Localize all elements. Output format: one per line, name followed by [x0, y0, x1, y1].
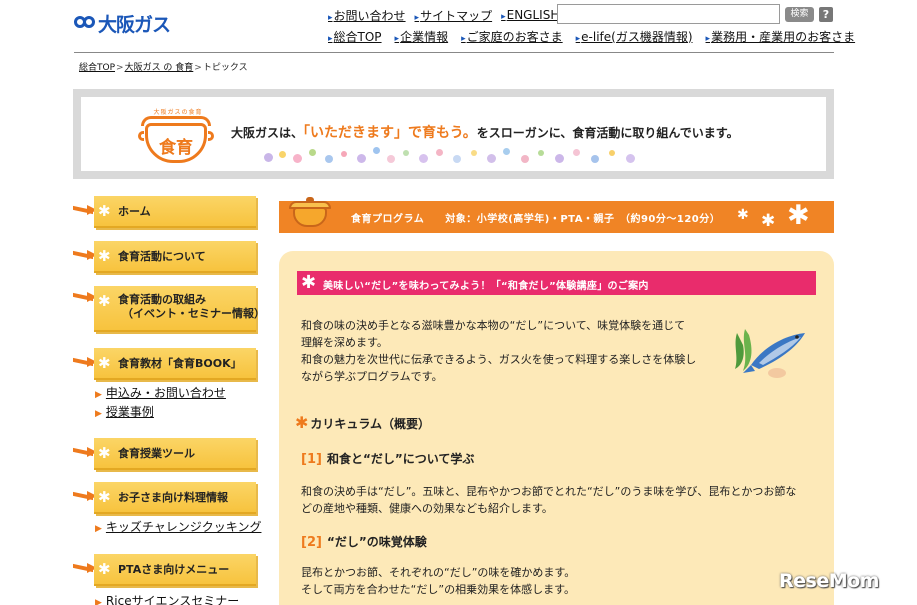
asterisk-icon: ✱ [787, 200, 810, 231]
curriculum-heading: ✱ カリキュラム（概要） [295, 413, 431, 432]
sitemap-link[interactable]: サイトマップ [415, 7, 492, 24]
asterisk-icon: ✱ [98, 488, 111, 506]
banner-slogan: 大阪ガスは、「いただきます」で育もう。をスローガンに、食育活動に取り組んでいます… [231, 125, 739, 141]
cooking-pot-icon [285, 195, 335, 231]
triangle-icon: ▶ [95, 390, 102, 400]
asterisk-icon: ✱ [98, 354, 111, 372]
english-link[interactable]: ENGLISH [501, 8, 560, 22]
asterisk-icon: ✱ [98, 444, 111, 462]
program-target-text: 食育プログラム 対象：小学校(高学年)・PTA・親子 （約90分～120分） [351, 214, 721, 225]
asterisk-icon: ✱ [98, 560, 111, 578]
article-title-bar: ✱ 美味しい“だし”を味わってみよう！「“和食だし”体験講座」のご案内 [297, 271, 816, 295]
sublink-book-examples[interactable]: ▶ 授業事例 [95, 403, 154, 420]
sublink-kids-cooking[interactable]: ▶ キッズチャレンジクッキング [95, 518, 261, 535]
nav-business-link[interactable]: 業務用・産業用のお客さま [706, 28, 855, 45]
nav-household-link[interactable]: ご家庭のお客さま [461, 28, 563, 45]
fish-illustration-icon [735, 329, 805, 378]
asterisk-icon: ✱ [295, 413, 309, 432]
section-heading: [2] “だし”の味覚体験 [301, 535, 427, 550]
pot-arc-text: 大阪ガスの食育 [153, 109, 203, 116]
utility-links: お問い合わせ サイトマップ ENGLISH [328, 6, 568, 24]
asterisk-icon: ✱ [98, 202, 111, 220]
asterisk-icon: ✱ [761, 211, 776, 231]
sublink-book-apply[interactable]: ▶ 申込み・お問い合わせ [95, 384, 226, 401]
asterisk-icon: ✱ [737, 207, 749, 223]
asterisk-icon: ✱ [301, 272, 317, 293]
search-input[interactable] [557, 4, 780, 24]
nav-company-link[interactable]: 企業情報 [395, 28, 448, 45]
triangle-icon: ▶ [95, 409, 102, 419]
breadcrumb-top-link[interactable]: 総合TOP [79, 63, 115, 73]
sidebar-item-book[interactable]: ✱ 食育教材「食育BOOK」 [94, 348, 256, 380]
sidebar-item-tools[interactable]: ✱ 食育授業ツール [94, 438, 256, 470]
contact-link[interactable]: お問い合わせ [328, 7, 406, 24]
article-title: 美味しい“だし”を味わってみよう！「“和食だし”体験講座」のご案内 [323, 281, 649, 292]
slogan-highlight: 「いただきます」で育もう。 [303, 125, 477, 141]
program-header-bar: 食育プログラム 対象：小学校(高学年)・PTA・親子 （約90分～120分） ✱… [279, 197, 834, 233]
sidebar-item-pta[interactable]: ✱ PTAさま向けメニュー [94, 554, 256, 586]
nav-elife-link[interactable]: e-life(ガス機器情報) [576, 28, 692, 45]
breadcrumb: 総合TOP>大阪ガス の 食育>トピックス [79, 60, 248, 73]
global-nav: 総合TOP 企業情報 ご家庭のお客さま e-life(ガス機器情報) 業務用・産… [328, 27, 868, 45]
pot-label: 食育 [159, 138, 193, 158]
sublink-pta-rice[interactable]: ▶ Riceサイエンスセミナー [95, 592, 239, 605]
osaka-gas-logo[interactable]: 大阪ガス [74, 10, 171, 36]
asterisk-icon: ✱ [98, 247, 111, 265]
nav-top-link[interactable]: 総合TOP [328, 28, 382, 45]
triangle-icon: ▶ [95, 524, 102, 534]
section-heading: [1] 和食と“だし”について学ぶ [301, 452, 475, 467]
section-body: 和食の決め手は“だし”。五味と、昆布やかつお節でとれた“だし”のうま味を学び、昆… [301, 485, 797, 515]
asterisk-icon: ✱ [98, 292, 111, 310]
logo-text: 大阪ガス [98, 13, 171, 36]
intro-text: 和食の味の決め手となる滋味豊かな本物の“だし”について、味覚体験を通じて 理解を… [301, 319, 697, 383]
banner-inner: 大阪ガスの食育 食育 大阪ガスは、「いただきます」で育もう。をスローガンに、食育… [81, 97, 826, 171]
section-body: 昆布とかつお節、それぞれの“だし”の味を確かめます。 そして両方を合わせた“だし… [301, 566, 576, 596]
logo-mark-icon [74, 12, 96, 34]
search-button[interactable]: 検索 [785, 7, 814, 22]
sidebar-item-activities[interactable]: ✱ 食育活動の取組み （イベント・セミナー情報） [94, 286, 265, 332]
triangle-icon: ▶ [95, 598, 102, 605]
sidebar-item-kids[interactable]: ✱ お子さま向け料理情報 [94, 482, 256, 514]
breadcrumb-shokuiku-link[interactable]: 大阪ガス の 食育 [125, 63, 194, 73]
breadcrumb-separator: > [194, 63, 202, 73]
content-panel: ✱ 美味しい“だし”を味わってみよう！「“和食だし”体験講座」のご案内 和食の味… [279, 251, 834, 605]
breadcrumb-current: トピックス [202, 63, 248, 73]
resemom-watermark: ReseMom [779, 570, 879, 592]
breadcrumb-separator: > [116, 63, 124, 73]
sidebar-item-about[interactable]: ✱ 食育活動について [94, 241, 256, 273]
sidebar-item-home[interactable]: ✱ ホーム [94, 196, 256, 228]
shokuiku-pot-logo-icon: 大阪ガスの食育 食育 [138, 107, 217, 167]
header-divider [74, 52, 834, 53]
slogan-banner: 大阪ガスの食育 食育 大阪ガスは、「いただきます」で育もう。をスローガンに、食育… [73, 89, 834, 179]
help-icon[interactable]: ? [819, 7, 833, 22]
